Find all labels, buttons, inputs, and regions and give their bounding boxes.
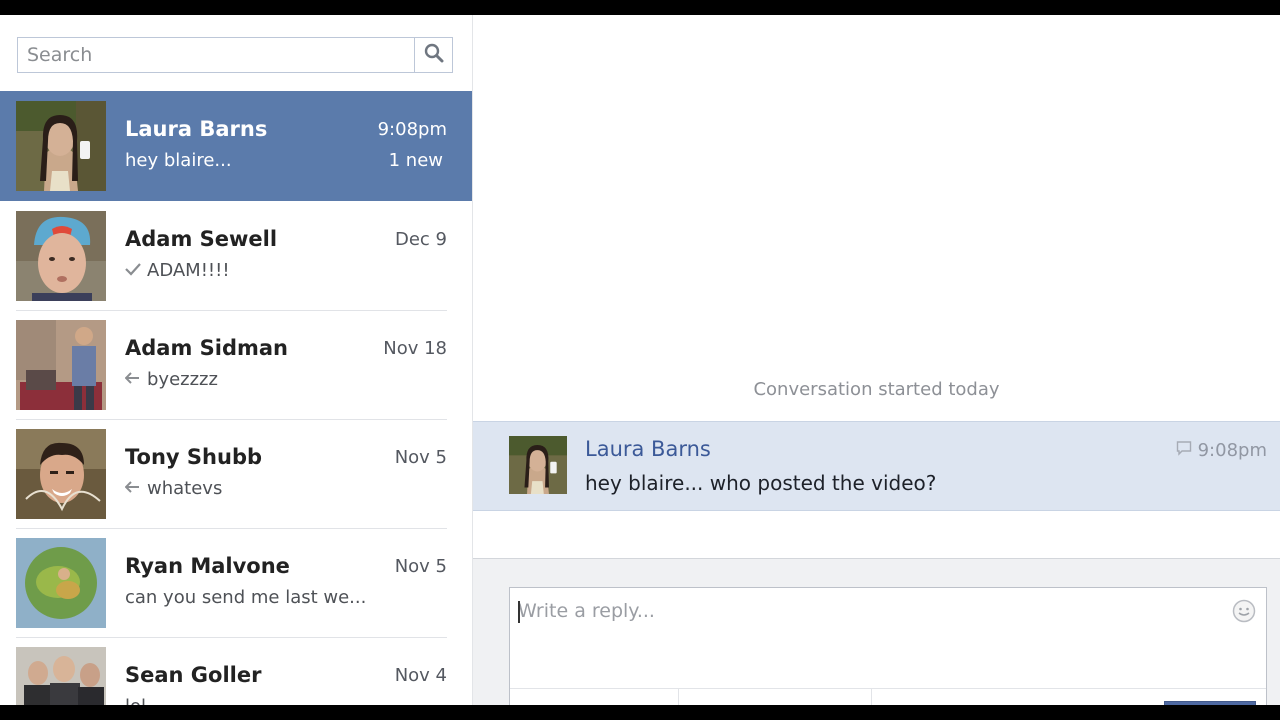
text-cursor: [518, 601, 520, 623]
avatar: [16, 320, 106, 410]
thread-snippet-text: whatevs: [147, 478, 223, 499]
thread-snippet-text: hey blaire...: [125, 150, 232, 171]
thread-item-ryan-malvone[interactable]: Ryan Malvone can you send me last we... …: [0, 528, 472, 638]
search-box: [17, 37, 453, 73]
conversation-panel: Conversation started today Laura Barns h…: [473, 15, 1280, 705]
avatar: [16, 211, 106, 301]
thread-snippet: whatevs: [125, 478, 395, 499]
thread-snippet-text: lol: [125, 696, 146, 705]
reply-toolbar: [510, 688, 1266, 705]
thread-item-adam-sewell[interactable]: Adam Sewell ADAM!!!! Dec 9: [0, 201, 472, 311]
avatar[interactable]: [509, 436, 567, 494]
thread-item-tony-shubb[interactable]: Tony Shubb whatevs Nov 5: [0, 419, 472, 529]
message-sender-name[interactable]: Laura Barns: [585, 437, 711, 461]
divider: [871, 689, 872, 705]
thread-name: Sean Goller: [125, 663, 262, 687]
conversation-started-label: Conversation started today: [753, 379, 1000, 400]
search-input[interactable]: [18, 38, 415, 72]
emoji-icon[interactable]: [1232, 599, 1256, 623]
thread-snippet: hey blaire...: [125, 150, 395, 171]
thread-snippet: can you send me last we...: [125, 587, 395, 608]
screen-bottom-edge: [0, 705, 1280, 720]
reply-arrow-icon: [125, 478, 141, 499]
thread-time: Nov 18: [383, 338, 447, 359]
thread-snippet: byezzzz: [125, 369, 395, 390]
search-button[interactable]: [414, 38, 452, 72]
thread-item-sean-goller[interactable]: Sean Goller lol Nov 4: [0, 637, 472, 705]
message-text: hey blaire... who posted the video?: [585, 471, 937, 495]
thread-time: Nov 4: [394, 665, 447, 686]
reply-input[interactable]: [510, 588, 1210, 634]
check-icon: [125, 260, 141, 281]
divider: [678, 689, 679, 705]
chat-bubble-icon: [1176, 440, 1192, 461]
thread-name: Ryan Malvone: [125, 554, 290, 578]
thread-name: Adam Sidman: [125, 336, 289, 360]
reply-box: [509, 587, 1267, 705]
thread-item-adam-sidman[interactable]: Adam Sidman byezzzz Nov 18: [0, 310, 472, 420]
reply-arrow-icon: [125, 369, 141, 390]
thread-name: Tony Shubb: [125, 445, 263, 469]
thread-name: Laura Barns: [125, 117, 268, 141]
thread-item-laura-barns[interactable]: Laura Barns hey blaire... 9:08pm 1 new: [0, 91, 472, 201]
message-row: Laura Barns hey blaire... who posted the…: [473, 421, 1280, 511]
thread-snippet: lol: [125, 696, 395, 705]
new-badge: 1 new: [388, 150, 443, 171]
thread-time: 9:08pm: [377, 119, 447, 140]
thread-time: Nov 5: [394, 447, 447, 468]
thread-snippet-text: ADAM!!!!: [147, 260, 230, 281]
thread-time: Dec 9: [394, 229, 447, 250]
thread-time: Nov 5: [394, 556, 447, 577]
messages-window: Laura Barns hey blaire... 9:08pm 1 new: [0, 15, 1280, 705]
thread-list-panel: Laura Barns hey blaire... 9:08pm 1 new: [0, 15, 473, 705]
avatar: [16, 647, 106, 705]
reply-area: [473, 558, 1280, 705]
avatar: [16, 538, 106, 628]
thread-snippet-text: can you send me last we...: [125, 587, 367, 608]
message-time: 9:08pm: [1197, 440, 1267, 461]
avatar: [16, 101, 106, 191]
thread-snippet-text: byezzzz: [147, 369, 218, 390]
message-timestamp: 9:08pm: [1176, 440, 1267, 461]
avatar: [16, 429, 106, 519]
search-icon: [424, 43, 444, 67]
thread-snippet: ADAM!!!!: [125, 260, 395, 281]
thread-name: Adam Sewell: [125, 227, 278, 251]
